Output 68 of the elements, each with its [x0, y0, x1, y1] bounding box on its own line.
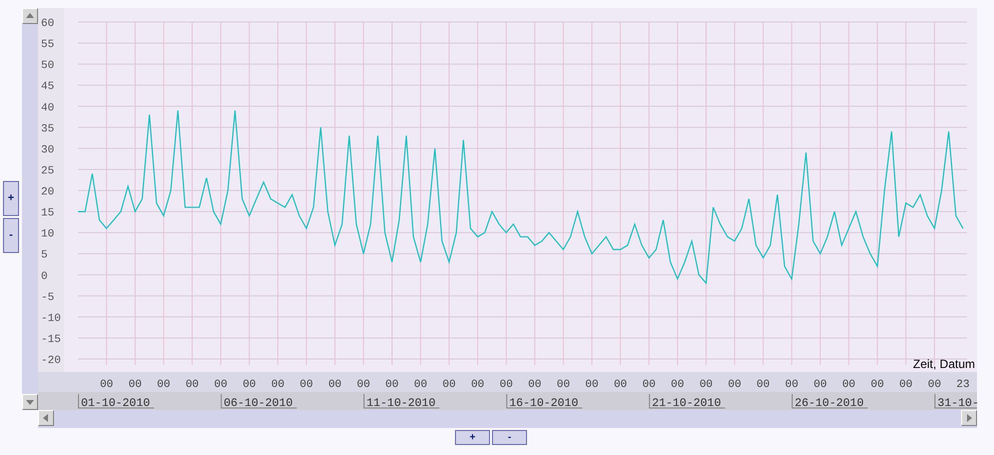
- y-tick-label: 5: [41, 250, 48, 262]
- x-tick-label: 23: [956, 379, 970, 391]
- x-tick-label: 00: [842, 379, 856, 391]
- date-label: 06-10-2010: [220, 394, 298, 410]
- x-tick-label: 00: [728, 379, 742, 391]
- scroll-left-button[interactable]: [38, 410, 54, 426]
- y-tick-label: 50: [41, 60, 54, 72]
- y-tick-label: 55: [41, 39, 54, 52]
- y-tick-label: 20: [41, 186, 54, 198]
- x-axis-title: Zeit, Datum: [912, 357, 975, 371]
- triangle-icon: [25, 11, 35, 21]
- y-tick-label: 60: [41, 18, 54, 30]
- x-tick-label: 00: [556, 379, 570, 391]
- y-tick-label: -5: [41, 292, 54, 304]
- x-tick-label: 00: [614, 379, 628, 391]
- y-tick-label: 35: [41, 123, 54, 136]
- x-tick-label: 00: [414, 379, 428, 391]
- date-label: 31-10-: [934, 394, 977, 410]
- x-tick-label: 00: [100, 379, 114, 391]
- x-tick-label: 00: [356, 379, 370, 391]
- x-tick-label: 00: [814, 379, 827, 391]
- y-tick-label: 40: [41, 102, 54, 114]
- y-tick-label: -15: [41, 334, 61, 346]
- x-tick-label: 00: [500, 379, 513, 391]
- x-tick-label: 00: [186, 379, 199, 391]
- x-tick-label: 00: [385, 379, 399, 391]
- x-tick-label: 00: [699, 379, 713, 391]
- date-label: 26-10-2010: [792, 394, 868, 410]
- date-label: 11-10-2010: [363, 394, 440, 410]
- vertical-scrollbar[interactable]: [22, 8, 38, 410]
- date-label: 21-10-2010: [648, 394, 726, 410]
- triangle-icon: [964, 413, 974, 423]
- x-tick-label: 00: [670, 379, 684, 391]
- zoom-button[interactable]: +: [3, 181, 19, 216]
- zoom-button[interactable]: -: [492, 430, 527, 445]
- y-tick-label: 25: [41, 165, 54, 178]
- date-label: 16-10-2010: [506, 394, 583, 410]
- zoom-button[interactable]: -: [3, 218, 19, 253]
- y-tick-label: -20: [41, 355, 61, 367]
- horizontal-scrollbar[interactable]: [38, 410, 977, 428]
- y-tick-label: 15: [41, 208, 54, 220]
- x-tick-label: 00: [242, 379, 256, 391]
- x-tick-label: 00: [785, 379, 798, 391]
- x-tick-label: 00: [214, 379, 228, 391]
- x-tick-label: 00: [471, 379, 484, 391]
- x-tick-label: 00: [528, 379, 542, 391]
- x-tick-label: 00: [300, 379, 313, 391]
- x-tick-label: 00: [870, 379, 884, 391]
- x-tick-label: 00: [642, 379, 656, 391]
- x-tick-label: 00: [899, 379, 912, 391]
- y-tick-label: 0: [41, 270, 48, 283]
- zoom-button[interactable]: +: [455, 430, 490, 445]
- x-tick-label: 00: [442, 379, 456, 391]
- scroll-down-button[interactable]: [22, 394, 38, 410]
- scroll-right-button[interactable]: [961, 410, 977, 426]
- y-tick-label: 45: [41, 81, 54, 94]
- x-tick-label: 00: [928, 379, 942, 391]
- date-label: 01-10-2010: [78, 394, 154, 410]
- x-tick-label: 00: [128, 379, 142, 391]
- y-tick-label: -10: [41, 312, 61, 325]
- y-tick-label: 10: [41, 228, 54, 241]
- scroll-up-button[interactable]: [22, 8, 38, 24]
- x-tick-label: 00: [585, 379, 598, 391]
- y-tick-label: 30: [41, 144, 54, 156]
- x-tick-label: 00: [271, 379, 284, 391]
- x-tick-label: 00: [157, 379, 170, 391]
- x-tick-label: 00: [756, 379, 770, 391]
- x-tick-label: 00: [328, 379, 342, 391]
